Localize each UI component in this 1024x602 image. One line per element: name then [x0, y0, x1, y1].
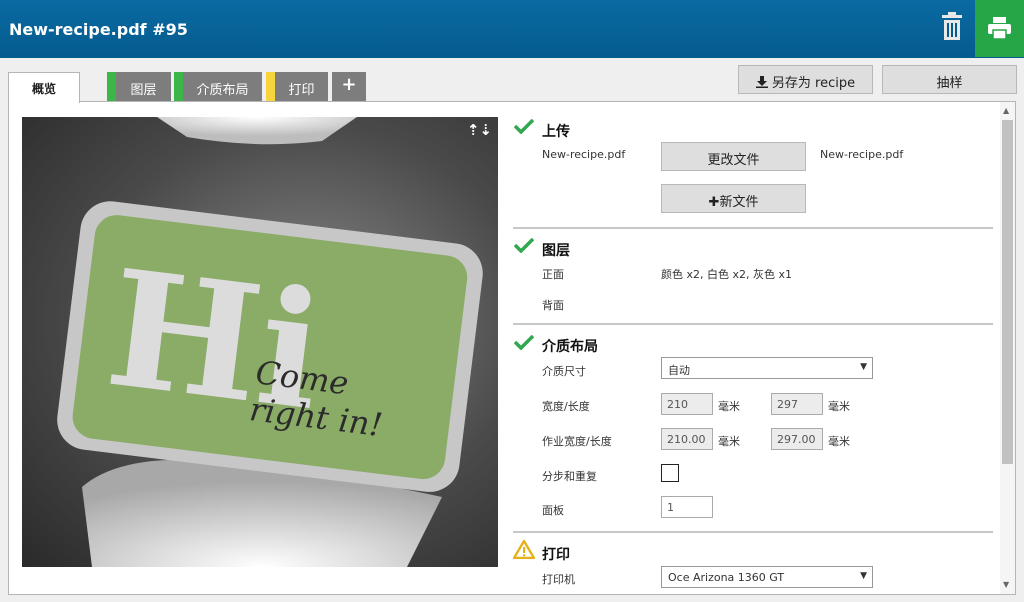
delete-button[interactable]	[938, 12, 966, 42]
tab-media-layout[interactable]: 介质布局	[174, 72, 262, 101]
upload-filename: New-recipe.pdf	[542, 148, 626, 161]
width-length-label: 宽度/长度	[542, 400, 590, 413]
section-divider	[513, 323, 993, 325]
sample-button[interactable]: 抽样	[882, 65, 1017, 94]
section-title-print: 打印	[542, 547, 570, 563]
width-unit: 毫米	[718, 400, 740, 413]
scroll-down-icon[interactable]: ▼	[1003, 580, 1009, 589]
check-icon	[514, 118, 534, 134]
tab-status-bar	[174, 72, 183, 101]
tab-status-bar	[266, 72, 275, 101]
preview-image: Hi Come right in! ⇡⇣	[22, 117, 498, 567]
vertical-scrollbar[interactable]: ▲ ▼	[1000, 102, 1015, 594]
printer-icon	[988, 17, 1011, 40]
length-unit: 毫米	[828, 400, 850, 413]
overview-panel: Hi Come right in! ⇡⇣ 上传 New-recipe.pdf 更…	[8, 101, 1016, 595]
trash-icon	[942, 12, 962, 40]
job-length-unit: 毫米	[828, 435, 850, 448]
section-title-media-layout: 介质布局	[542, 339, 598, 355]
preview-picture: Hi Come right in!	[57, 117, 483, 567]
plus-icon: ✚	[708, 195, 720, 210]
document-title: New-recipe.pdf #95	[9, 20, 188, 39]
panels-label: 面板	[542, 504, 564, 517]
panels-input[interactable]: 1	[661, 496, 713, 518]
tab-layers[interactable]: 图层	[107, 72, 171, 101]
front-label: 正面	[542, 268, 564, 281]
section-divider	[513, 531, 993, 533]
media-size-label: 介质尺寸	[542, 365, 586, 378]
add-tab-button[interactable]: +	[332, 72, 366, 101]
caret-down-icon: ▼	[860, 571, 867, 581]
section-divider	[513, 227, 993, 229]
sort-arrows-icon[interactable]: ⇡⇣	[467, 121, 492, 139]
save-as-recipe-button[interactable]: 另存为 recipe	[738, 65, 873, 94]
scroll-up-icon[interactable]: ▲	[1003, 106, 1009, 115]
printer-label: 打印机	[542, 573, 575, 586]
back-label: 背面	[542, 299, 564, 312]
check-icon	[514, 334, 534, 350]
job-width-length-label: 作业宽度/长度	[542, 435, 612, 448]
new-file-button[interactable]: ✚新文件	[661, 184, 806, 213]
details-column: 上传 New-recipe.pdf 更改文件 New-recipe.pdf ✚新…	[513, 102, 993, 594]
upload-filename-right: New-recipe.pdf	[820, 148, 904, 161]
job-length-input[interactable]: 297.00	[771, 428, 823, 450]
length-input[interactable]: 297	[771, 393, 823, 415]
check-icon	[514, 237, 534, 253]
media-size-select[interactable]: 自动 ▼	[661, 357, 873, 379]
printer-select[interactable]: Oce Arizona 1360 GT ▼	[661, 566, 873, 588]
plus-icon: +	[341, 74, 357, 95]
print-button[interactable]	[975, 0, 1024, 57]
step-repeat-checkbox[interactable]	[661, 464, 679, 482]
job-width-input[interactable]: 210.00	[661, 428, 713, 450]
job-width-unit: 毫米	[718, 435, 740, 448]
scrollbar-thumb[interactable]	[1002, 120, 1013, 464]
change-file-button[interactable]: 更改文件	[661, 142, 806, 171]
section-title-upload: 上传	[542, 124, 570, 140]
caret-down-icon: ▼	[860, 362, 867, 372]
download-icon	[755, 76, 768, 88]
warning-icon	[513, 540, 535, 559]
tab-status-bar	[107, 72, 116, 101]
front-value: 颜色 x2, 白色 x2, 灰色 x1	[661, 268, 793, 281]
width-input[interactable]: 210	[661, 393, 713, 415]
section-title-layers: 图层	[542, 243, 570, 259]
step-repeat-label: 分步和重复	[542, 470, 597, 483]
tab-print[interactable]: 打印	[266, 72, 328, 101]
app-header: New-recipe.pdf #95	[0, 0, 1024, 58]
tab-overview[interactable]: 概览	[8, 72, 80, 103]
